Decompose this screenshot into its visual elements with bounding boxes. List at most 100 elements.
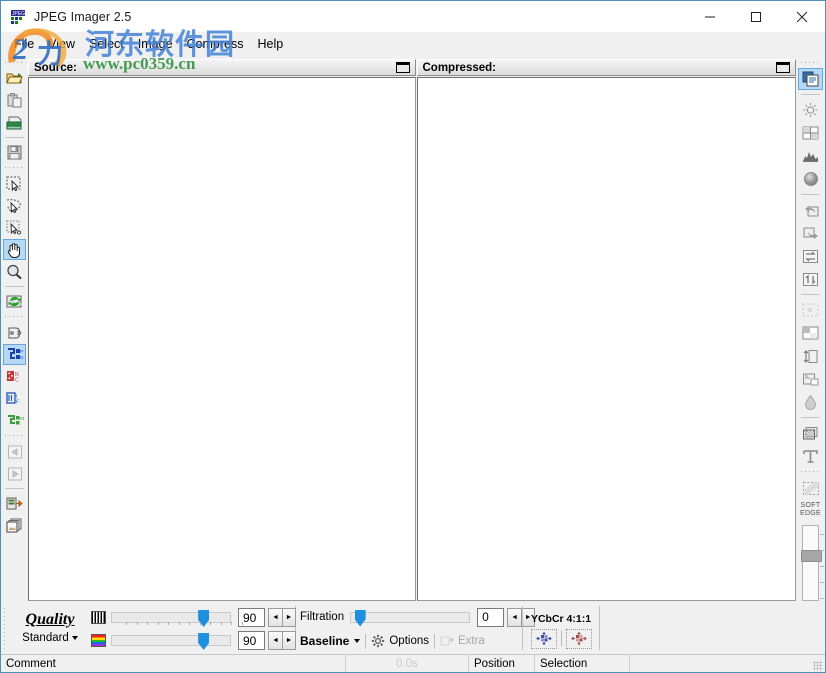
brightness-icon[interactable]: [798, 99, 823, 121]
filtration-label: Filtration: [300, 611, 345, 623]
green-kb-icon[interactable]: KB: [3, 410, 26, 431]
resize-grip-icon[interactable]: [813, 661, 823, 671]
svg-text:G: G: [20, 355, 24, 360]
color-swatch-icon: [91, 634, 106, 647]
spin-left-button[interactable]: ◄: [507, 607, 522, 627]
toolbar-grip-3[interactable]: [5, 314, 24, 320]
status-selection: Selection: [535, 655, 630, 672]
duplicate-window-icon[interactable]: [798, 68, 823, 90]
refresh-image-icon[interactable]: [3, 291, 26, 312]
quality-slider-ticks: [124, 622, 244, 626]
ycbcr-buttons: [530, 628, 592, 649]
fill-bucket-icon[interactable]: [3, 322, 26, 343]
histogram-icon[interactable]: [798, 145, 823, 167]
svg-text:JPEG: JPEG: [12, 11, 25, 17]
options-button[interactable]: Options: [371, 634, 429, 648]
color-quality-spinner[interactable]: ◄ ►: [268, 631, 296, 650]
options-label: Options: [389, 635, 429, 647]
source-image-canvas[interactable]: [28, 77, 416, 601]
marquee-dashed-icon[interactable]: [798, 299, 823, 321]
filtration-slider-thumb[interactable]: [354, 609, 366, 627]
menu-item-help[interactable]: Help: [251, 34, 291, 55]
panel-divider-3: [599, 606, 600, 650]
toolbar-divider-2: [5, 286, 24, 287]
text-tool-icon[interactable]: [798, 445, 823, 467]
toolbar-grip[interactable]: [5, 60, 24, 66]
select-magic-icon[interactable]: [3, 217, 26, 238]
right-toolbar-grip-2[interactable]: [801, 469, 820, 475]
grayscale-quality-spinner[interactable]: ◄ ►: [268, 608, 296, 627]
maximize-button[interactable]: [733, 1, 779, 32]
resize-icon[interactable]: [798, 345, 823, 367]
hand-pan-icon[interactable]: [3, 239, 26, 260]
spin-left-button[interactable]: ◄: [268, 631, 282, 650]
red-noise-icon[interactable]: N C: [3, 366, 26, 387]
toolbar-grip-4[interactable]: [5, 433, 24, 439]
restore-window-icon[interactable]: [395, 62, 410, 73]
extra-label: Extra: [458, 635, 485, 647]
control-panel-grip[interactable]: [1, 605, 9, 651]
compressed-pane: Compressed:: [416, 59, 796, 601]
filtration-slider[interactable]: [350, 609, 471, 627]
levels-icon[interactable]: [798, 122, 823, 144]
caret-down-icon: [71, 635, 78, 640]
green-edge-icon[interactable]: I F: [3, 388, 26, 409]
save-disk-icon[interactable]: [3, 142, 26, 163]
batch-copies-icon[interactable]: [3, 515, 26, 536]
spin-right-button[interactable]: ►: [282, 608, 296, 627]
select-rect-icon[interactable]: [3, 173, 26, 194]
toolbar-grip-2[interactable]: [5, 165, 24, 171]
menu-item-image[interactable]: Image: [131, 34, 180, 55]
color-slider-thumb[interactable]: [198, 633, 210, 650]
spin-left-button[interactable]: ◄: [268, 608, 282, 627]
restore-window-icon[interactable]: [776, 62, 790, 73]
redo-arrow-icon[interactable]: [3, 463, 26, 484]
menu-item-file[interactable]: File: [7, 34, 41, 55]
chroma-red-icon[interactable]: [565, 628, 592, 649]
source-pane-title: Source:: [34, 61, 77, 74]
baseline-mode-label[interactable]: Baseline: [300, 634, 349, 648]
menu-item-select[interactable]: Select: [82, 34, 131, 55]
right-toolbar: SOFT EDGE: [796, 56, 825, 601]
caret-down-icon[interactable]: [354, 639, 361, 643]
svg-text:KB: KB: [19, 416, 24, 421]
print-icon[interactable]: [3, 112, 26, 133]
color-quality-slider[interactable]: [111, 633, 231, 650]
spin-right-button[interactable]: ►: [282, 631, 296, 650]
flip-horizontal-icon[interactable]: [798, 245, 823, 267]
rotate-left-icon[interactable]: [798, 199, 823, 221]
quality-preset-dropdown[interactable]: Standard: [22, 629, 78, 647]
menu-item-view[interactable]: View: [41, 34, 82, 55]
soft-edge-selection-icon[interactable]: [798, 477, 823, 499]
rotate-right-icon[interactable]: [798, 222, 823, 244]
select-free-icon[interactable]: [3, 195, 26, 216]
panel-divider-2: [522, 606, 523, 650]
flip-vertical-icon[interactable]: [798, 268, 823, 290]
chroma-blue-icon[interactable]: [530, 628, 557, 649]
undo-arrow-icon[interactable]: [3, 441, 26, 462]
color-quality-value[interactable]: 90: [238, 631, 265, 650]
close-button[interactable]: [779, 1, 825, 32]
filtration-value[interactable]: 0: [477, 607, 505, 627]
right-toolbar-grip[interactable]: [801, 60, 820, 66]
soft-edge-slider[interactable]: [801, 525, 824, 601]
menu-item-compress[interactable]: Compress: [180, 34, 251, 55]
compressed-pane-header: Compressed:: [416, 59, 796, 76]
right-divider-3: [801, 294, 820, 295]
crop-icon[interactable]: [798, 322, 823, 344]
right-divider-4: [801, 417, 820, 418]
compressed-image-canvas[interactable]: [416, 77, 796, 601]
paste-clipboard-icon[interactable]: [3, 90, 26, 111]
extra-button[interactable]: Extra: [440, 635, 485, 648]
gear-icon: [372, 634, 385, 648]
sphere-gradient-icon[interactable]: [798, 168, 823, 190]
texture-icon[interactable]: [798, 422, 823, 444]
status-comment[interactable]: Comment: [1, 655, 346, 672]
blue-quality-icon[interactable]: P G: [3, 344, 26, 365]
export-icon[interactable]: [3, 493, 26, 514]
minimize-button[interactable]: [687, 1, 733, 32]
magnifier-zoom-icon[interactable]: [3, 261, 26, 282]
open-folder-icon[interactable]: [3, 68, 26, 89]
water-drop-icon[interactable]: [798, 391, 823, 413]
canvas-size-icon[interactable]: [798, 368, 823, 390]
